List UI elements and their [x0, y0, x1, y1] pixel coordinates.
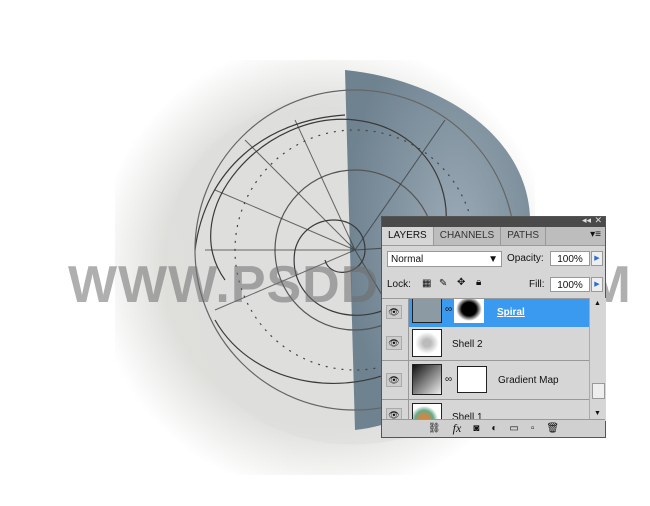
blend-mode-value: Normal	[391, 254, 424, 265]
lock-move-icon[interactable]: ✥	[457, 277, 465, 288]
fill-label: Fill:	[529, 279, 545, 290]
visibility-eye-icon[interactable]: 👁︎	[386, 373, 402, 387]
opacity-slider-button[interactable]: ▶	[591, 251, 603, 266]
tab-channels[interactable]: CHANNELS	[434, 227, 502, 245]
layer-gradient-map[interactable]: 👁︎ ∞ Gradient Map	[382, 361, 589, 400]
fill-input[interactable]: 100%	[550, 277, 590, 292]
fill-slider-button[interactable]: ▶	[591, 277, 603, 292]
add-mask-icon[interactable]: ◙	[473, 423, 479, 434]
layer-mask-thumbnail[interactable]	[454, 299, 484, 323]
link-icon: ∞	[445, 374, 453, 385]
tab-paths[interactable]: PATHS	[501, 227, 547, 245]
layer-mask-thumbnail[interactable]	[457, 366, 487, 393]
adjustment-layer-icon[interactable]: ◐	[491, 423, 497, 434]
collapse-icon[interactable]: ◂◂	[582, 215, 591, 226]
layer-name[interactable]: Gradient Map	[498, 375, 559, 386]
adjustment-thumbnail	[412, 364, 442, 395]
lock-label: Lock:	[387, 279, 411, 290]
scrollbar-thumb[interactable]	[592, 383, 605, 399]
visibility-eye-icon[interactable]: 👁︎	[386, 305, 402, 319]
chevron-down-icon: ▼	[488, 254, 498, 265]
lock-transparency-icon[interactable]: ▦	[422, 278, 431, 289]
opacity-label: Opacity:	[507, 253, 544, 264]
new-layer-icon[interactable]: ▫	[531, 423, 535, 434]
panel-bottom-toolbar: ⛓︎ fx ◙ ◐ ▭ ▫ 🗑︎	[382, 419, 605, 437]
scroll-down-icon[interactable]: ▼	[594, 410, 601, 417]
blend-mode-select[interactable]: Normal ▼	[387, 251, 502, 267]
trash-icon[interactable]: 🗑︎	[546, 423, 559, 434]
lock-brush-icon[interactable]: ✎	[439, 278, 447, 289]
layer-thumbnail	[412, 299, 442, 323]
layers-list: 👁︎ ∞ Spiral 👁︎ Shell 2 👁︎ ∞ Gradient Map…	[382, 298, 589, 422]
lock-all-icon[interactable]: 🔒︎	[476, 277, 481, 288]
opacity-input[interactable]: 100%	[550, 251, 590, 266]
panel-titlebar[interactable]: ◂◂ ✕	[382, 215, 605, 227]
panel-tabs: LAYERS CHANNELS PATHS ▾≡	[382, 227, 605, 246]
tab-layers[interactable]: LAYERS	[382, 227, 434, 245]
visibility-eye-icon[interactable]: 👁︎	[386, 336, 402, 350]
layer-name[interactable]: Spiral	[497, 307, 525, 318]
layers-panel: ◂◂ ✕ LAYERS CHANNELS PATHS ▾≡ Normal ▼ Op…	[381, 215, 606, 438]
link-layers-icon[interactable]: ⛓︎	[428, 423, 441, 434]
layer-thumbnail	[412, 329, 442, 357]
new-group-folder-icon[interactable]: ▭	[509, 423, 518, 434]
scroll-up-icon[interactable]: ▲	[594, 300, 601, 307]
link-icon: ∞	[445, 304, 453, 315]
layer-shell-2[interactable]: 👁︎ Shell 2	[382, 327, 589, 361]
panel-menu-icon[interactable]: ▾≡	[590, 229, 601, 240]
layer-spiral[interactable]: 👁︎ ∞ Spiral	[382, 299, 589, 328]
layers-scrollbar[interactable]: ▲ ▼	[589, 298, 606, 421]
layer-name[interactable]: Shell 2	[452, 339, 483, 350]
close-icon[interactable]: ✕	[594, 215, 602, 226]
fx-icon[interactable]: fx	[453, 421, 462, 436]
